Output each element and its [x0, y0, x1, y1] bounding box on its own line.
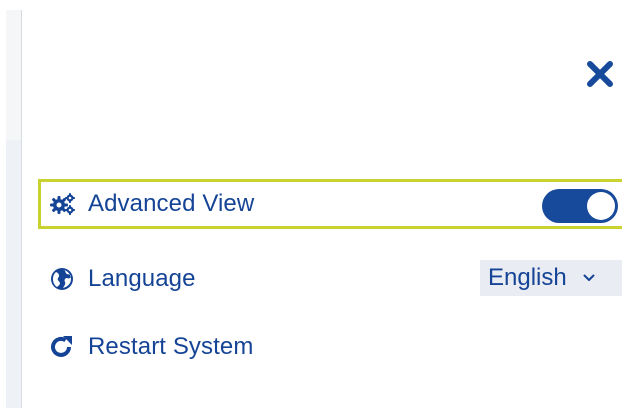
settings-panel: Advanced View Language English Restart S…	[0, 0, 622, 408]
restart-system-row[interactable]: Restart System	[38, 322, 622, 372]
language-select-value: English	[488, 264, 567, 291]
language-row: Language English	[38, 254, 622, 304]
close-button[interactable]	[580, 54, 620, 94]
advanced-view-label: Advanced View	[88, 190, 255, 217]
globe-icon	[50, 266, 76, 292]
backdrop-shade	[6, 10, 22, 140]
cogs-icon	[50, 191, 76, 217]
panel-divider	[21, 10, 22, 408]
advanced-view-toggle[interactable]	[542, 189, 618, 223]
restart-system-label: Restart System	[88, 333, 254, 360]
backdrop-shade	[6, 140, 22, 408]
close-icon	[587, 61, 613, 87]
redo-icon	[50, 334, 76, 360]
advanced-view-row[interactable]: Advanced View	[38, 179, 622, 229]
language-select[interactable]: English	[480, 260, 622, 296]
underlying-app-edge	[0, 0, 22, 408]
toggle-knob	[587, 192, 615, 220]
language-label: Language	[88, 265, 196, 292]
chevron-down-icon	[583, 274, 595, 282]
